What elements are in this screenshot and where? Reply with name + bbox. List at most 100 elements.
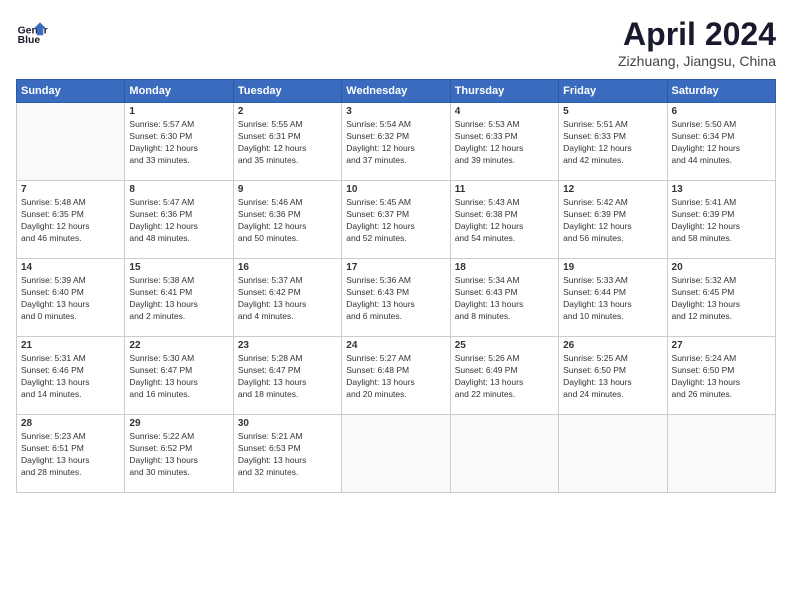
calendar-cell: 1 Sunrise: 5:57 AMSunset: 6:30 PMDaylight… <box>125 103 233 181</box>
day-number: 11 <box>455 184 554 195</box>
calendar-cell: 24 Sunrise: 5:27 AMSunset: 6:48 PMDayligh… <box>342 337 450 415</box>
calendar-cell: 23 Sunrise: 5:28 AMSunset: 6:47 PMDayligh… <box>233 337 341 415</box>
calendar-cell: 10 Sunrise: 5:45 AMSunset: 6:37 PMDayligh… <box>342 181 450 259</box>
calendar-cell <box>17 103 125 181</box>
day-number: 15 <box>129 262 228 273</box>
day-number: 3 <box>346 106 445 117</box>
calendar-cell: 8 Sunrise: 5:47 AMSunset: 6:36 PMDaylight… <box>125 181 233 259</box>
calendar-cell: 2 Sunrise: 5:55 AMSunset: 6:31 PMDaylight… <box>233 103 341 181</box>
cell-info: Sunrise: 5:55 AMSunset: 6:31 PMDaylight:… <box>238 119 337 167</box>
cell-info: Sunrise: 5:32 AMSunset: 6:45 PMDaylight:… <box>672 275 771 323</box>
day-number: 5 <box>563 106 662 117</box>
day-number: 24 <box>346 340 445 351</box>
day-number: 9 <box>238 184 337 195</box>
day-header-friday: Friday <box>559 80 667 103</box>
cell-info: Sunrise: 5:43 AMSunset: 6:38 PMDaylight:… <box>455 197 554 245</box>
day-number: 1 <box>129 106 228 117</box>
week-row-4: 21Sunrise: 5:31 AMSunset: 6:46 PMDayligh… <box>17 337 776 415</box>
calendar-cell: 17Sunrise: 5:36 AMSunset: 6:43 PMDayligh… <box>342 259 450 337</box>
cell-info: Sunrise: 5:46 AMSunset: 6:36 PMDaylight:… <box>238 197 337 245</box>
day-number: 22 <box>129 340 228 351</box>
calendar-cell: 11 Sunrise: 5:43 AMSunset: 6:38 PMDayligh… <box>450 181 558 259</box>
cell-info: Sunrise: 5:45 AMSunset: 6:37 PMDaylight:… <box>346 197 445 245</box>
calendar-cell: 20 Sunrise: 5:32 AMSunset: 6:45 PMDayligh… <box>667 259 775 337</box>
day-header-tuesday: Tuesday <box>233 80 341 103</box>
svg-text:Blue: Blue <box>18 35 41 46</box>
location: Zizhuang, Jiangsu, China <box>618 53 776 69</box>
header-row: SundayMondayTuesdayWednesdayThursdayFrid… <box>17 80 776 103</box>
calendar-cell: 25 Sunrise: 5:26 AMSunset: 6:49 PMDayligh… <box>450 337 558 415</box>
day-number: 6 <box>672 106 771 117</box>
cell-info: Sunrise: 5:27 AMSunset: 6:48 PMDaylight:… <box>346 353 445 401</box>
day-number: 4 <box>455 106 554 117</box>
calendar-cell: 14 Sunrise: 5:39 AMSunset: 6:40 PMDayligh… <box>17 259 125 337</box>
day-number: 25 <box>455 340 554 351</box>
day-number: 16 <box>238 262 337 273</box>
title-block: April 2024 Zizhuang, Jiangsu, China <box>618 16 776 69</box>
calendar-cell: 15 Sunrise: 5:38 AMSunset: 6:41 PMDayligh… <box>125 259 233 337</box>
cell-info: Sunrise: 5:38 AMSunset: 6:41 PMDaylight:… <box>129 275 228 323</box>
cell-info: Sunrise: 5:47 AMSunset: 6:36 PMDaylight:… <box>129 197 228 245</box>
day-number: 29 <box>129 418 228 429</box>
cell-info: Sunrise: 5:30 AMSunset: 6:47 PMDaylight:… <box>129 353 228 401</box>
cell-info: Sunrise: 5:23 AMSunset: 6:51 PMDaylight:… <box>21 431 120 479</box>
calendar-cell: 4 Sunrise: 5:53 AMSunset: 6:33 PMDaylight… <box>450 103 558 181</box>
cell-info: Sunrise: 5:42 AMSunset: 6:39 PMDaylight:… <box>563 197 662 245</box>
logo: General Blue <box>16 16 48 48</box>
calendar-cell: 7Sunrise: 5:48 AMSunset: 6:35 PMDaylight… <box>17 181 125 259</box>
day-number: 21 <box>21 340 120 351</box>
cell-info: Sunrise: 5:50 AMSunset: 6:34 PMDaylight:… <box>672 119 771 167</box>
day-header-monday: Monday <box>125 80 233 103</box>
calendar-cell: 16 Sunrise: 5:37 AMSunset: 6:42 PMDayligh… <box>233 259 341 337</box>
day-number: 30 <box>238 418 337 429</box>
cell-info: Sunrise: 5:41 AMSunset: 6:39 PMDaylight:… <box>672 197 771 245</box>
day-number: 8 <box>129 184 228 195</box>
cell-info: Sunrise: 5:21 AMSunset: 6:53 PMDaylight:… <box>238 431 337 479</box>
week-row-3: 14 Sunrise: 5:39 AMSunset: 6:40 PMDayligh… <box>17 259 776 337</box>
day-number: 10 <box>346 184 445 195</box>
cell-info: Sunrise: 5:51 AMSunset: 6:33 PMDaylight:… <box>563 119 662 167</box>
cell-info: Sunrise: 5:39 AMSunset: 6:40 PMDaylight:… <box>21 275 120 323</box>
calendar-cell: 9 Sunrise: 5:46 AMSunset: 6:36 PMDaylight… <box>233 181 341 259</box>
cell-info: Sunrise: 5:34 AMSunset: 6:43 PMDaylight:… <box>455 275 554 323</box>
day-number: 20 <box>672 262 771 273</box>
week-row-1: 1 Sunrise: 5:57 AMSunset: 6:30 PMDaylight… <box>17 103 776 181</box>
day-header-saturday: Saturday <box>667 80 775 103</box>
calendar-cell: 13Sunrise: 5:41 AMSunset: 6:39 PMDayligh… <box>667 181 775 259</box>
calendar-cell: 27 Sunrise: 5:24 AMSunset: 6:50 PMDayligh… <box>667 337 775 415</box>
day-number: 19 <box>563 262 662 273</box>
day-number: 7 <box>21 184 120 195</box>
day-header-sunday: Sunday <box>17 80 125 103</box>
day-number: 14 <box>21 262 120 273</box>
cell-info: Sunrise: 5:33 AMSunset: 6:44 PMDaylight:… <box>563 275 662 323</box>
day-header-wednesday: Wednesday <box>342 80 450 103</box>
day-number: 23 <box>238 340 337 351</box>
page-header: General Blue April 2024 Zizhuang, Jiangs… <box>16 16 776 69</box>
day-header-thursday: Thursday <box>450 80 558 103</box>
cell-info: Sunrise: 5:53 AMSunset: 6:33 PMDaylight:… <box>455 119 554 167</box>
calendar-cell: 12Sunrise: 5:42 AMSunset: 6:39 PMDayligh… <box>559 181 667 259</box>
calendar-cell <box>667 415 775 493</box>
calendar-cell: 6 Sunrise: 5:50 AMSunset: 6:34 PMDaylight… <box>667 103 775 181</box>
cell-info: Sunrise: 5:57 AMSunset: 6:30 PMDaylight:… <box>129 119 228 167</box>
cell-info: Sunrise: 5:22 AMSunset: 6:52 PMDaylight:… <box>129 431 228 479</box>
day-number: 2 <box>238 106 337 117</box>
cell-info: Sunrise: 5:26 AMSunset: 6:49 PMDaylight:… <box>455 353 554 401</box>
cell-info: Sunrise: 5:25 AMSunset: 6:50 PMDaylight:… <box>563 353 662 401</box>
calendar-table: SundayMondayTuesdayWednesdayThursdayFrid… <box>16 79 776 493</box>
week-row-5: 28Sunrise: 5:23 AMSunset: 6:51 PMDayligh… <box>17 415 776 493</box>
calendar-cell <box>342 415 450 493</box>
calendar-cell: 18Sunrise: 5:34 AMSunset: 6:43 PMDayligh… <box>450 259 558 337</box>
logo-icon: General Blue <box>16 16 48 48</box>
cell-info: Sunrise: 5:24 AMSunset: 6:50 PMDaylight:… <box>672 353 771 401</box>
calendar-cell: 5 Sunrise: 5:51 AMSunset: 6:33 PMDaylight… <box>559 103 667 181</box>
cell-info: Sunrise: 5:28 AMSunset: 6:47 PMDaylight:… <box>238 353 337 401</box>
calendar-cell <box>450 415 558 493</box>
week-row-2: 7Sunrise: 5:48 AMSunset: 6:35 PMDaylight… <box>17 181 776 259</box>
day-number: 27 <box>672 340 771 351</box>
cell-info: Sunrise: 5:36 AMSunset: 6:43 PMDaylight:… <box>346 275 445 323</box>
cell-info: Sunrise: 5:37 AMSunset: 6:42 PMDaylight:… <box>238 275 337 323</box>
month-title: April 2024 <box>618 16 776 53</box>
day-number: 26 <box>563 340 662 351</box>
calendar-cell: 21Sunrise: 5:31 AMSunset: 6:46 PMDayligh… <box>17 337 125 415</box>
